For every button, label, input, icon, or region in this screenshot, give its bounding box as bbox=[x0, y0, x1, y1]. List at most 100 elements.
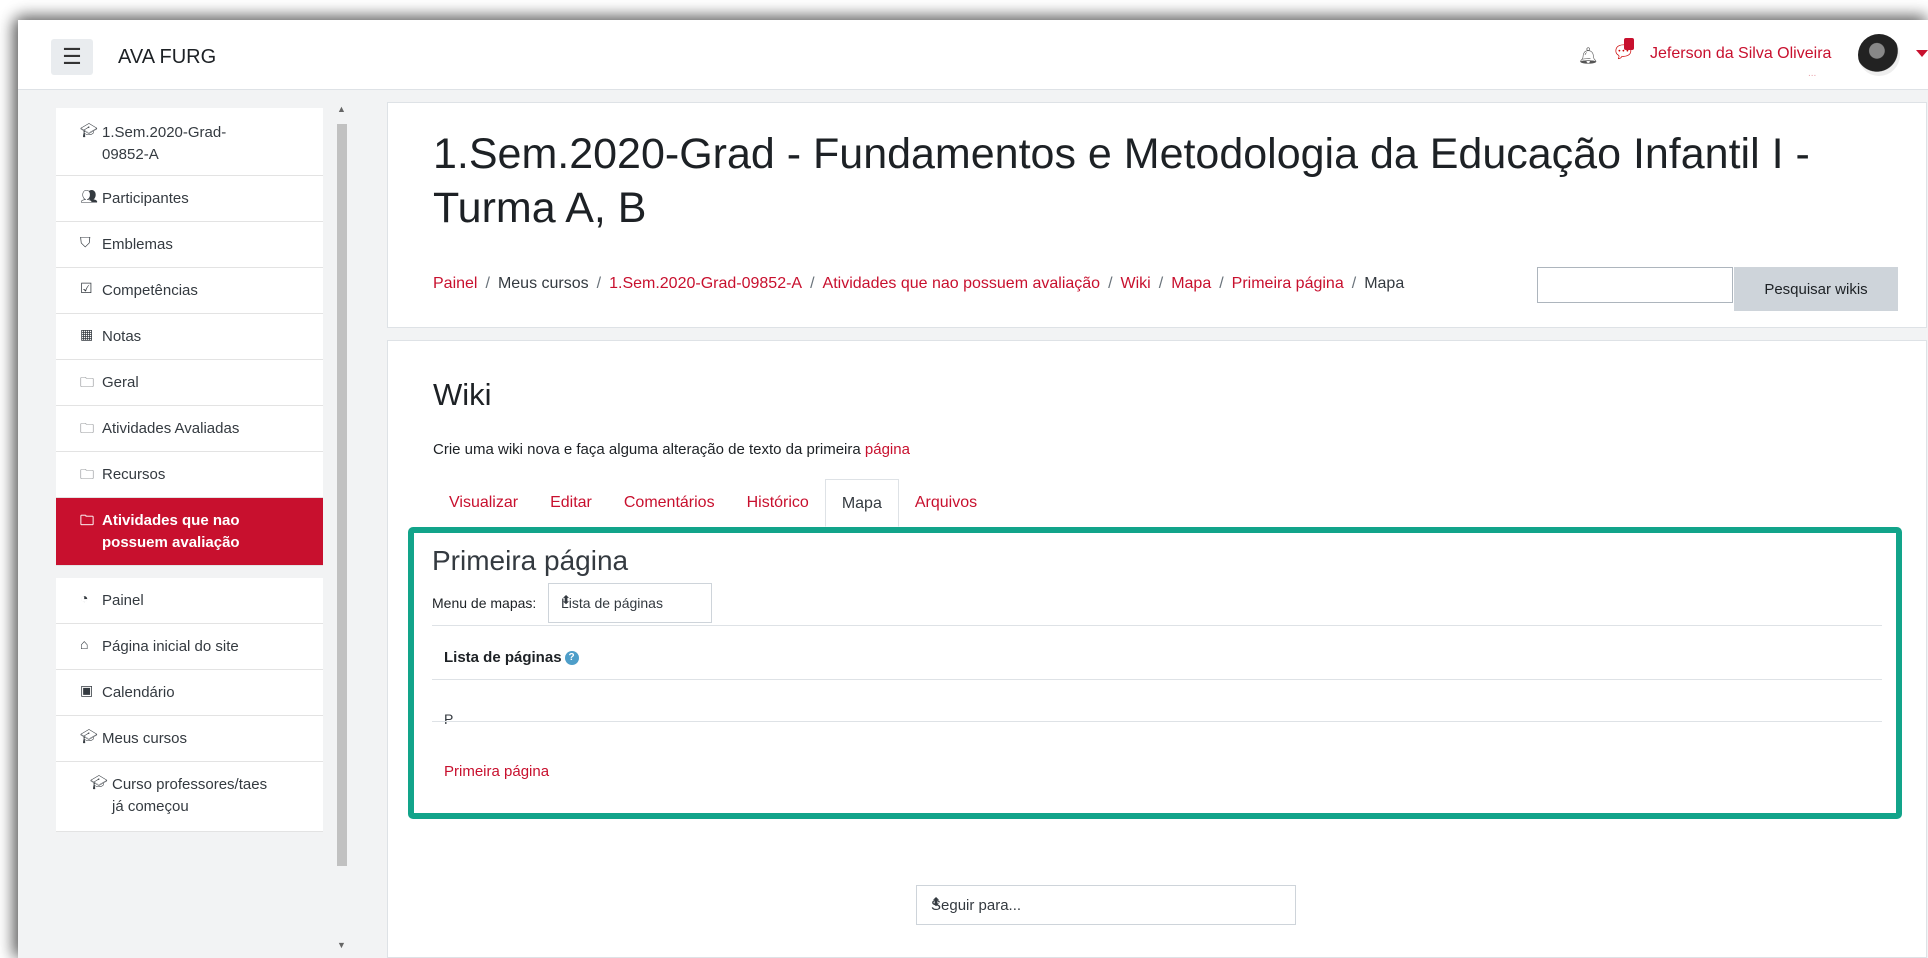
sidebar-item-atividades-sem-avaliacao[interactable]: 🗀 Atividades que nao possuem avaliação bbox=[56, 498, 323, 566]
breadcrumb: Painel / Meus cursos / 1.Sem.2020-Grad-09852… bbox=[433, 275, 1404, 293]
folder-icon: 🗀 bbox=[80, 374, 94, 390]
page-title: 1.Sem.2020-Grad - Fundamentos e Metodolo… bbox=[433, 130, 1810, 232]
sidebar-item-label: Curso professores/taes já começou bbox=[112, 776, 268, 815]
search-wikis-input[interactable] bbox=[1537, 267, 1733, 303]
tab-visualizar[interactable]: Visualizar bbox=[433, 479, 534, 527]
user-menu-name[interactable]: Jeferson da Silva Oliveira bbox=[1650, 45, 1831, 63]
sidebar-item-recursos[interactable]: 🗀 Recursos bbox=[56, 452, 323, 498]
top-navbar: ☰ AVA FURG 🔔︎ 💬︎ Jeferson da Silva Olive… bbox=[18, 20, 1928, 90]
sidebar-item-meus-cursos[interactable]: 🎓︎ Meus cursos bbox=[56, 716, 323, 762]
sidebar-item-label: Notas bbox=[102, 328, 142, 345]
hamburger-icon[interactable]: ☰ bbox=[51, 39, 93, 75]
folder-icon: 🗀 bbox=[80, 420, 94, 436]
sidebar-item-competencias[interactable]: ☑ Competências bbox=[56, 268, 323, 314]
breadcrumb-separator: / bbox=[1351, 275, 1357, 292]
page-header: 1.Sem.2020-Grad - Fundamentos e Metodolo… bbox=[387, 102, 1927, 328]
home-icon: ⌂ bbox=[80, 636, 89, 652]
tab-editar[interactable]: Editar bbox=[534, 479, 608, 527]
sidebar-item-atividades-avaliadas[interactable]: 🗀 Atividades Avaliadas bbox=[56, 406, 323, 452]
breadcrumb-separator: / bbox=[596, 275, 602, 292]
message-badge bbox=[1624, 38, 1634, 50]
sidebar-item-label: 1.Sem.2020-Grad-09852-A bbox=[102, 124, 227, 163]
sidebar-item-label: Emblemas bbox=[102, 236, 173, 253]
breadcrumb-painel[interactable]: Painel bbox=[433, 275, 477, 292]
sidebar-item-label: Página inicial do site bbox=[102, 638, 239, 655]
sidebar-item-pagina-inicial[interactable]: ⌂ Página inicial do site bbox=[56, 624, 323, 670]
sidebar-item-label: Geral bbox=[102, 374, 139, 391]
breadcrumb-separator: / bbox=[810, 275, 815, 292]
breadcrumb-meus-cursos: Meus cursos bbox=[497, 275, 589, 292]
tab-comentarios[interactable]: Comentários bbox=[608, 479, 731, 527]
sidebar-item-calendario[interactable]: ▣ Calendário bbox=[56, 670, 323, 716]
breadcrumb-mapa[interactable]: Mapa bbox=[1171, 275, 1211, 292]
wiki-title: Wiki bbox=[433, 377, 492, 412]
main-content: Wiki Crie uma wiki nova e faça alguma al… bbox=[387, 340, 1927, 958]
divider bbox=[432, 679, 1882, 680]
intro-link[interactable]: página bbox=[865, 441, 910, 458]
sidebar-item-label: Atividades que nao possuem avaliação bbox=[102, 512, 240, 551]
graduation-cap-icon: 🎓︎ bbox=[80, 122, 98, 138]
folder-icon: 🗀 bbox=[80, 512, 94, 528]
bell-icon[interactable]: 🔔︎ bbox=[1578, 46, 1598, 66]
select-caret-icon: ⬍ bbox=[931, 895, 942, 909]
sidebar-nav: 🎓︎ 1.Sem.2020-Grad-09852-A 👥︎ Participan… bbox=[56, 108, 323, 958]
breadcrumb-separator: / bbox=[1219, 275, 1224, 292]
breadcrumb-current: Mapa bbox=[1364, 275, 1405, 292]
avatar[interactable] bbox=[1858, 34, 1900, 76]
scrollbar-thumb[interactable] bbox=[337, 124, 347, 866]
wiki-intro: Crie uma wiki nova e faça alguma alteraç… bbox=[433, 441, 910, 458]
breadcrumb-primeira-pagina[interactable]: Primeira página bbox=[1232, 275, 1344, 292]
index-letter: P bbox=[444, 711, 454, 727]
question-circle-icon[interactable]: ? bbox=[564, 651, 579, 666]
divider bbox=[432, 721, 1882, 722]
sidebar-item-geral[interactable]: 🗀 Geral bbox=[56, 360, 323, 406]
breadcrumb-separator: / bbox=[485, 275, 490, 292]
sidebar-item-emblemas[interactable]: ⛉ Emblemas bbox=[56, 222, 323, 268]
select-caret-icon: ⬍ bbox=[561, 593, 572, 607]
wiki-tabs: Visualizar Editar Comentários Histórico … bbox=[433, 479, 993, 527]
sidebar-item-course[interactable]: 🎓︎ 1.Sem.2020-Grad-09852-A bbox=[56, 108, 323, 176]
sidebar-item-label: Painel bbox=[102, 592, 144, 609]
breadcrumb-section[interactable]: Atividades que nao possuem avaliação bbox=[823, 275, 1101, 292]
map-menu-select[interactable]: Lista de páginas ⬍ bbox=[548, 583, 712, 623]
table-icon: ▦ bbox=[80, 326, 94, 342]
tab-mapa[interactable]: Mapa bbox=[824, 479, 899, 527]
sidebar-item-participantes[interactable]: 👥︎ Participantes bbox=[56, 176, 323, 222]
checkbox-icon: ☑ bbox=[80, 280, 93, 296]
breadcrumb-separator: / bbox=[1158, 275, 1164, 292]
breadcrumb-course[interactable]: 1.Sem.2020-Grad-09852-A bbox=[609, 275, 802, 292]
sidebar-item-label: Meus cursos bbox=[102, 730, 188, 747]
folder-icon: 🗀 bbox=[80, 466, 94, 482]
calendar-icon: ▣ bbox=[80, 682, 94, 698]
map-panel-highlight: Primeira página Menu de mapas: Lista de … bbox=[408, 527, 1902, 819]
sidebar-scrollbar[interactable]: ▲ ▼ bbox=[334, 98, 350, 958]
sidebar-item-painel[interactable]: ◔ Painel bbox=[56, 578, 323, 624]
sidebar-item-label: Participantes bbox=[102, 190, 189, 207]
sidebar-item-notas[interactable]: ▦ Notas bbox=[56, 314, 323, 360]
browser-window: ☰ AVA FURG 🔔︎ 💬︎ Jeferson da Silva Olive… bbox=[18, 20, 1928, 958]
list-heading-text: Lista de páginas bbox=[444, 649, 562, 666]
divider bbox=[432, 625, 1882, 626]
search-wikis-button[interactable]: Pesquisar wikis bbox=[1734, 267, 1898, 311]
user-role: ... bbox=[1808, 68, 1817, 79]
caret-down-icon[interactable] bbox=[1916, 50, 1928, 57]
page-list-link[interactable]: Primeira página bbox=[444, 763, 549, 780]
shield-icon: ⛉ bbox=[80, 234, 91, 250]
site-name-link[interactable]: AVA FURG bbox=[118, 46, 216, 69]
scroll-up-arrow-icon[interactable]: ▲ bbox=[337, 104, 346, 114]
page-heading: Primeira página bbox=[432, 545, 629, 576]
tab-arquivos[interactable]: Arquivos bbox=[899, 479, 993, 527]
scroll-down-arrow-icon[interactable]: ▼ bbox=[337, 940, 346, 950]
sidebar-item-curso-professores[interactable]: 🎓︎ Curso professores/taes já começou bbox=[56, 762, 323, 832]
dashboard-icon: ◔ bbox=[80, 590, 89, 606]
breadcrumb-wiki[interactable]: Wiki bbox=[1121, 275, 1151, 292]
graduation-cap-icon: 🎓︎ bbox=[90, 774, 108, 790]
breadcrumb-separator: / bbox=[1108, 275, 1113, 292]
tab-historico[interactable]: Histórico bbox=[731, 479, 825, 527]
jump-to-select[interactable]: Seguir para... ⬍ bbox=[916, 885, 1296, 925]
graduation-cap-icon: 🎓︎ bbox=[80, 728, 98, 744]
map-menu-label: Menu de mapas: bbox=[432, 595, 537, 611]
sidebar-item-label: Competências bbox=[102, 282, 198, 299]
list-heading: Lista de páginas? bbox=[444, 649, 579, 666]
sidebar-item-label: Calendário bbox=[102, 684, 175, 701]
